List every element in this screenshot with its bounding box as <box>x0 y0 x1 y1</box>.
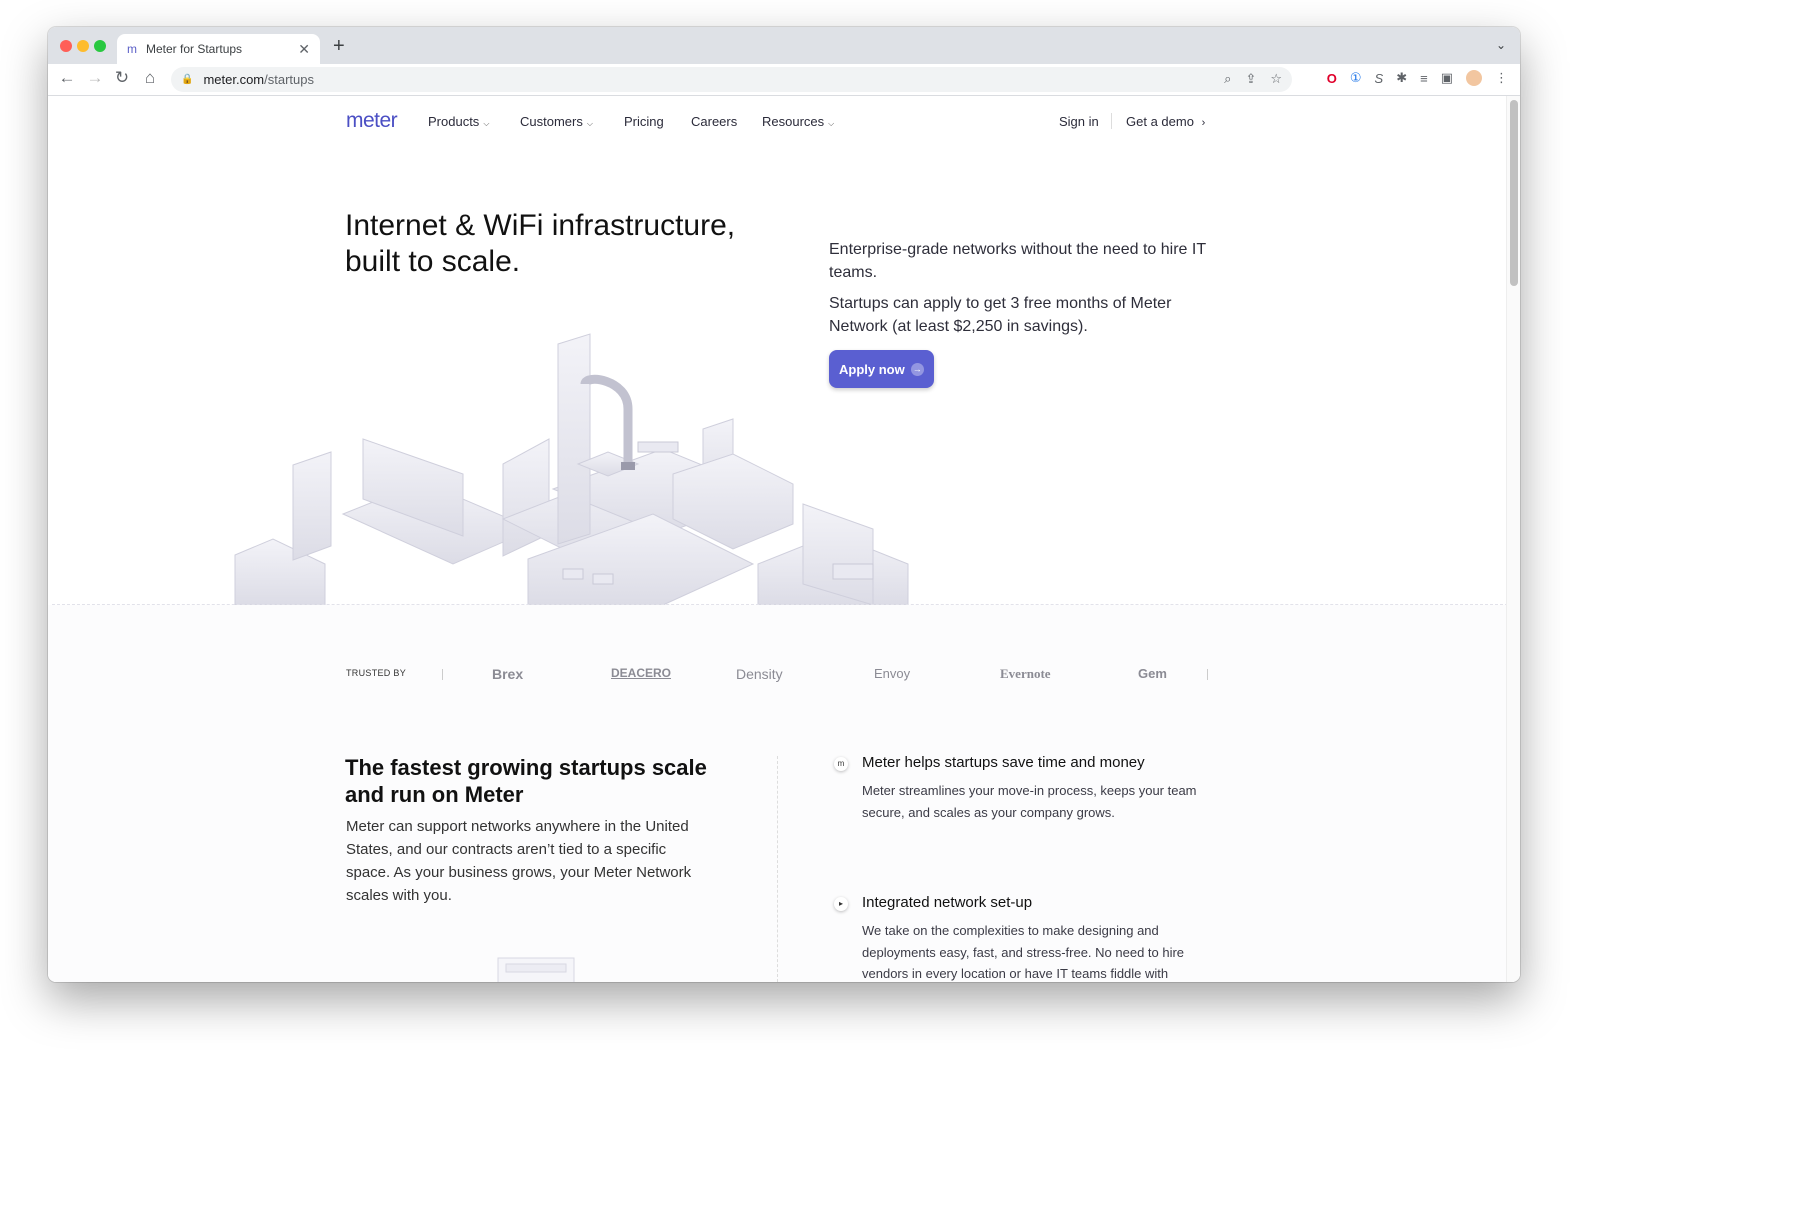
nav-products-label: Products <box>428 114 480 129</box>
nav-resources[interactable]: Resources ⌵ <box>762 114 834 129</box>
tab-search-chevron-icon[interactable]: ⌄ <box>1496 38 1506 52</box>
scrollbar-track[interactable] <box>1506 96 1520 982</box>
hero-title: Internet & WiFi infrastructure, built to… <box>345 209 736 278</box>
nav-careers[interactable]: Careers <box>691 114 737 129</box>
evernote-logo: Evernote <box>1000 666 1051 681</box>
lock-icon: 🔒 <box>181 74 194 85</box>
bookmark-star-icon[interactable]: ☆ <box>1270 71 1282 87</box>
meter-m-icon: m <box>834 757 848 771</box>
chevron-down-icon: ⌵ <box>586 119 593 128</box>
s-extension-icon[interactable]: S <box>1375 71 1384 86</box>
chevron-down-icon: ⌵ <box>828 119 835 128</box>
lower-background <box>48 605 1520 982</box>
get-demo-label: Get a demo <box>1126 114 1194 129</box>
feature-body: Meter streamlines your move-in process, … <box>862 783 1197 820</box>
home-button[interactable]: ⌂ <box>139 68 161 88</box>
feature-title: Integrated network set-up <box>862 894 1033 911</box>
column-divider <box>777 756 778 982</box>
rack-illustration <box>497 957 575 982</box>
share-icon[interactable]: ⇪ <box>1245 71 1256 87</box>
trusted-divider <box>442 669 443 680</box>
feature-title: Meter helps startups save time and money <box>862 754 1145 771</box>
density-logo: Density <box>736 666 783 682</box>
nav-divider <box>1111 113 1112 129</box>
nav-customers-label: Customers <box>520 114 583 129</box>
extensions-puzzle-icon[interactable]: ✱ <box>1396 70 1407 86</box>
profile-avatar[interactable] <box>1466 70 1482 86</box>
feature-body: We take on the complexities to make desi… <box>862 923 1185 982</box>
minimize-window-button[interactable] <box>77 40 89 52</box>
network-device-icon: ▸ <box>834 897 848 911</box>
url-host: meter.com <box>203 72 265 87</box>
browser-window: m Meter for Startups ✕ + ⌄ ← → ↻ ⌂ 🔒 met… <box>48 27 1520 982</box>
isometric-office-illustration <box>234 333 909 605</box>
nav-products[interactable]: Products ⌵ <box>428 114 489 129</box>
meter-favicon-icon: m <box>127 42 137 56</box>
scrollbar-thumb[interactable] <box>1510 100 1518 286</box>
opera-extension-icon[interactable]: O <box>1327 71 1337 86</box>
new-tab-button[interactable]: + <box>333 35 345 58</box>
reload-button[interactable]: ↻ <box>111 68 133 88</box>
url-path: /startups <box>264 72 314 87</box>
brex-logo: Brex <box>492 666 524 682</box>
browser-toolbar: ← → ↻ ⌂ 🔒 meter.com/startups ⌕ ⇪ ☆ O ① S… <box>48 64 1520 96</box>
chevron-right-icon: › <box>1201 117 1206 129</box>
tab-title: Meter for Startups <box>146 42 243 56</box>
password-manager-extension-icon[interactable]: ① <box>1350 70 1362 86</box>
close-window-button[interactable] <box>60 40 72 52</box>
tab-strip: m Meter for Startups ✕ + ⌄ <box>48 27 1520 64</box>
get-demo-link[interactable]: Get a demo › <box>1126 114 1205 129</box>
gem-logo: Gem <box>1138 666 1167 681</box>
address-bar[interactable]: 🔒 meter.com/startups ⌕ ⇪ ☆ <box>171 67 1292 92</box>
site-navbar: meter Products ⌵ Customers ⌵ Pricing Caree… <box>48 109 1520 134</box>
nav-resources-label: Resources <box>762 114 825 129</box>
zoom-window-button[interactable] <box>94 40 106 52</box>
browser-tab[interactable]: m Meter for Startups ✕ <box>117 34 320 64</box>
trusted-divider <box>1207 669 1208 680</box>
trusted-by-label: TRUSTED BY <box>346 668 407 678</box>
section-body: Meter can support networks anywhere in t… <box>346 818 692 904</box>
sign-in-link[interactable]: Sign in <box>1059 114 1099 129</box>
deacero-logo: DEACERO <box>611 666 672 680</box>
close-tab-icon[interactable]: ✕ <box>298 41 310 58</box>
nav-customers[interactable]: Customers ⌵ <box>520 114 593 129</box>
browser-menu-icon[interactable]: ⋮ <box>1495 70 1508 86</box>
back-button[interactable]: ← <box>56 68 78 88</box>
hero-subtitle: Enterprise-grade networks without the ne… <box>829 241 1206 281</box>
reading-list-icon[interactable]: ≡ <box>1420 71 1428 86</box>
zoom-search-icon[interactable]: ⌕ <box>1224 71 1231 87</box>
page-viewport: meter Products ⌵ Customers ⌵ Pricing Caree… <box>48 96 1520 982</box>
forward-button[interactable]: → <box>84 68 106 88</box>
section-title: The fastest growing startups scale and r… <box>345 755 707 807</box>
section-divider <box>52 604 1508 605</box>
side-panel-icon[interactable]: ▣ <box>1441 70 1453 86</box>
meter-logo[interactable]: meter <box>346 109 398 133</box>
envoy-logo: Envoy <box>874 666 911 681</box>
nav-pricing[interactable]: Pricing <box>624 114 664 129</box>
chevron-down-icon: ⌵ <box>483 119 490 128</box>
